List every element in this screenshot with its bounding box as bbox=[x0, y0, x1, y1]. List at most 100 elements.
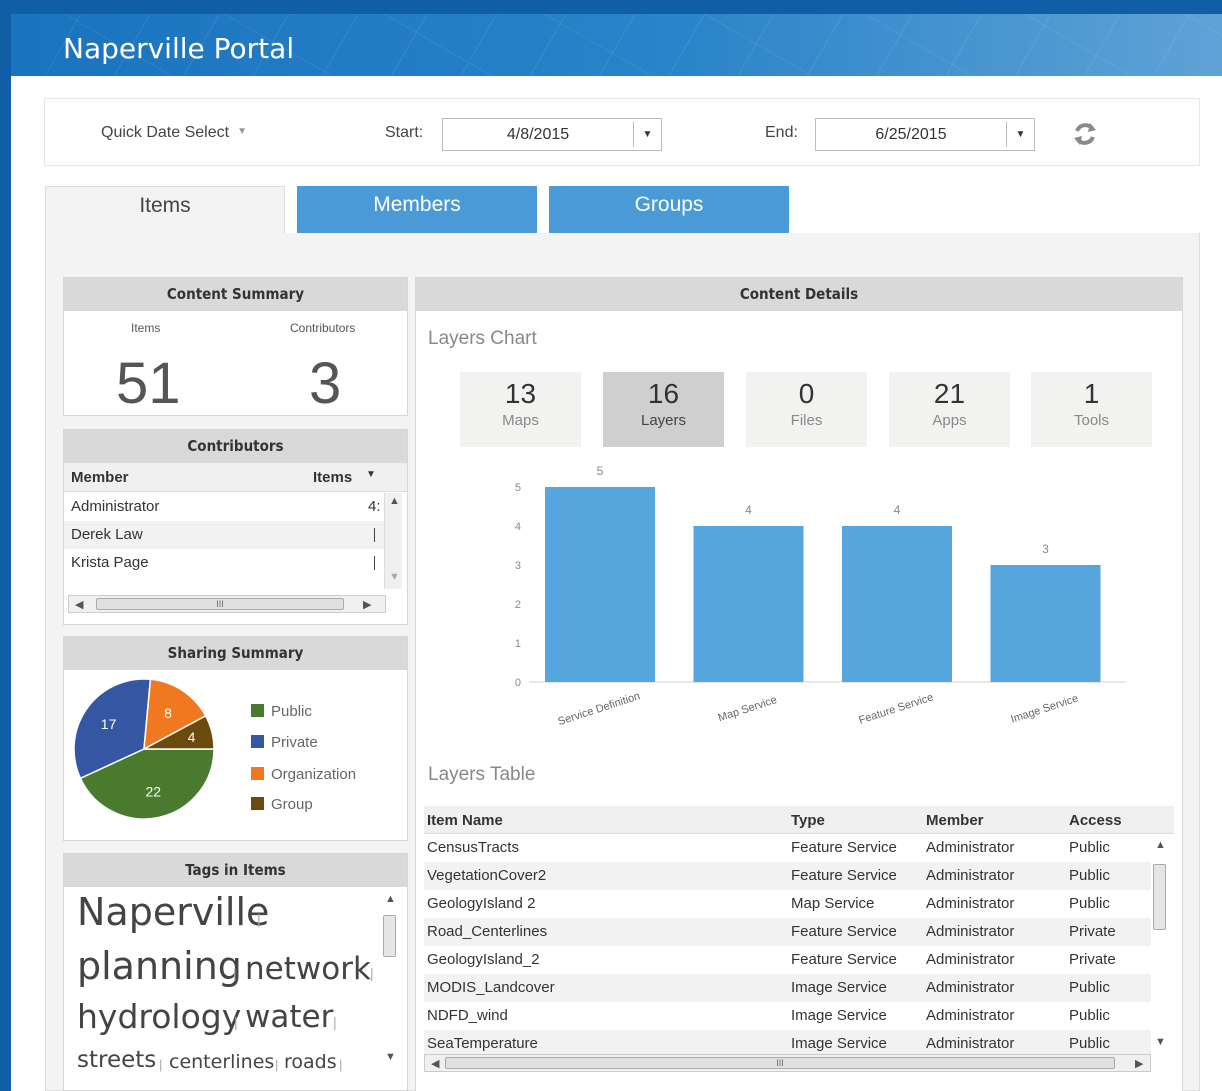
start-date-value: 4/8/2015 bbox=[506, 126, 570, 143]
y-tick-label: 2 bbox=[515, 599, 521, 611]
chevron-down-icon[interactable]: ▼ bbox=[1006, 122, 1034, 147]
tile-layers[interactable]: 16 Layers bbox=[603, 372, 724, 447]
member-items-clipped bbox=[374, 556, 375, 570]
tag-separator: | bbox=[339, 1057, 343, 1072]
items-count: 51 bbox=[116, 351, 181, 416]
layers-table-vscroll[interactable]: ▲ ▼ bbox=[1151, 834, 1169, 1056]
contributors-card: Contributors Member Items ▼ Administrato… bbox=[63, 429, 408, 625]
bar[interactable] bbox=[545, 487, 655, 682]
quick-date-select[interactable]: Quick Date Select ▼ bbox=[101, 124, 247, 142]
start-date-picker[interactable]: 4/8/2015 ▼ bbox=[442, 118, 662, 151]
bar[interactable] bbox=[842, 526, 952, 682]
chevron-down-icon[interactable]: ▼ bbox=[633, 122, 661, 147]
table-row[interactable]: CensusTracts Feature Service Administrator… bbox=[424, 834, 1151, 862]
tag-roads[interactable]: roads bbox=[284, 1051, 337, 1073]
table-row[interactable]: NDFD_wind Image Service Administrator Publi… bbox=[424, 1002, 1151, 1030]
table-row[interactable]: Administrator 4: bbox=[64, 493, 384, 521]
layers-bar-chart: 0 1 2 3 4 5 5 Service Definition 4 Map Service 4 Fe… bbox=[515, 464, 1126, 728]
layers-table-hscroll[interactable]: ◀ III ▶ bbox=[424, 1054, 1151, 1072]
member-name: Krista Page bbox=[71, 554, 149, 571]
tile-value: 16 bbox=[647, 378, 680, 409]
contributors-count: 3 bbox=[309, 351, 342, 416]
tile-tools[interactable]: 1 Tools bbox=[1031, 372, 1152, 447]
tab-members[interactable]: Members bbox=[297, 186, 537, 234]
tag-separator: | bbox=[233, 965, 237, 981]
table-row[interactable]: Road_Centerlines Feature Service Administr… bbox=[424, 918, 1151, 946]
col-member[interactable]: Member bbox=[926, 812, 984, 829]
item-name: MODIS_Landcover bbox=[427, 979, 555, 996]
item-member: Administrator bbox=[926, 923, 1015, 940]
table-row[interactable]: Krista Page bbox=[64, 549, 384, 577]
scroll-right-icon[interactable]: ▶ bbox=[363, 598, 371, 611]
legend-public: Public bbox=[251, 703, 312, 720]
bar[interactable] bbox=[693, 526, 804, 682]
table-row[interactable]: GeologyIsland_2 Feature Service Administra… bbox=[424, 946, 1151, 974]
scroll-left-icon[interactable]: ◀ bbox=[75, 598, 83, 611]
item-type: Map Service bbox=[791, 895, 875, 912]
scroll-thumb[interactable]: III bbox=[445, 1057, 1115, 1069]
col-type[interactable]: Type bbox=[791, 812, 825, 829]
tile-label: Files bbox=[790, 412, 823, 429]
scroll-down-icon[interactable]: ▼ bbox=[385, 1051, 396, 1063]
end-date-picker[interactable]: 6/25/2015 ▼ bbox=[815, 118, 1035, 151]
member-name: Administrator bbox=[71, 498, 160, 515]
col-access[interactable]: Access bbox=[1069, 812, 1122, 829]
legend-swatch bbox=[251, 767, 264, 780]
tag-streets[interactable]: streets bbox=[77, 1047, 156, 1073]
scroll-up-icon[interactable]: ▲ bbox=[1155, 839, 1166, 851]
table-row[interactable]: Derek Law bbox=[64, 521, 384, 549]
contributors-hscroll[interactable]: ◀ III ▶ bbox=[68, 595, 386, 613]
col-item-name[interactable]: Item Name bbox=[427, 812, 503, 829]
legend-group: Group bbox=[251, 796, 313, 813]
tag-planning[interactable]: planning bbox=[77, 944, 242, 988]
pie-slice-label: 8 bbox=[164, 705, 172, 721]
table-row[interactable]: GeologyIsland 2 Map Service Administrator P… bbox=[424, 890, 1151, 918]
legend-label: Group bbox=[271, 796, 313, 813]
tile-maps[interactable]: 13 Maps bbox=[460, 372, 581, 447]
item-name: VegetationCover2 bbox=[427, 867, 547, 884]
y-tick-label: 1 bbox=[515, 638, 521, 650]
item-member: Administrator bbox=[926, 895, 1015, 912]
tag-network[interactable]: network bbox=[245, 951, 371, 987]
scroll-thumb[interactable] bbox=[1153, 864, 1166, 930]
tag-centerlines[interactable]: centerlines bbox=[169, 1051, 274, 1073]
end-date-value: 6/25/2015 bbox=[875, 126, 947, 143]
main-content: Quick Date Select ▼ Start: 4/8/2015 ▼ End… bbox=[11, 76, 1222, 1091]
tag-hydrology[interactable]: hydrology bbox=[77, 997, 241, 1036]
scroll-up-icon[interactable]: ▲ bbox=[389, 495, 400, 507]
tile-files[interactable]: 0 Files bbox=[746, 372, 867, 447]
tag-separator: | bbox=[370, 965, 374, 981]
col-member[interactable]: Member bbox=[71, 469, 129, 486]
tags-vscroll[interactable]: ▲ ▼ bbox=[381, 887, 399, 1090]
scroll-right-icon[interactable]: ▶ bbox=[1135, 1057, 1143, 1070]
contributors-vscroll[interactable]: ▲ ▼ bbox=[384, 493, 402, 589]
scroll-down-icon[interactable]: ▼ bbox=[1155, 1036, 1166, 1048]
tag-naperville[interactable]: Naperville bbox=[77, 890, 269, 934]
tab-groups[interactable]: Groups bbox=[549, 186, 789, 234]
scroll-left-icon[interactable]: ◀ bbox=[431, 1057, 439, 1070]
tab-items[interactable]: Items bbox=[45, 186, 285, 236]
bar-data-label: 3 bbox=[1042, 542, 1049, 556]
contributors-title: Contributors bbox=[64, 430, 407, 463]
sharing-summary-card: Sharing Summary 22 17 8 4 Public Private Or… bbox=[63, 636, 408, 841]
scroll-thumb[interactable]: III bbox=[96, 598, 344, 610]
scroll-thumb[interactable] bbox=[383, 915, 396, 957]
x-tick-label: Feature Service bbox=[857, 691, 935, 726]
table-row[interactable]: MODIS_Landcover Image Service Administrato… bbox=[424, 974, 1151, 1002]
sharing-summary-title: Sharing Summary bbox=[64, 637, 407, 670]
tile-value: 21 bbox=[933, 378, 966, 409]
scroll-down-icon[interactable]: ▼ bbox=[389, 571, 400, 583]
bar[interactable] bbox=[990, 565, 1101, 682]
scroll-up-icon[interactable]: ▲ bbox=[385, 893, 396, 905]
sort-desc-icon[interactable]: ▼ bbox=[366, 469, 376, 480]
tile-apps[interactable]: 21 Apps bbox=[889, 372, 1010, 447]
col-items[interactable]: Items bbox=[313, 469, 352, 486]
tag-water[interactable]: water bbox=[245, 999, 333, 1035]
items-panel: Content Summary Items Contributors 51 3 … bbox=[45, 233, 1200, 1091]
sharing-pie-chart: 22 17 84 bbox=[74, 678, 215, 820]
table-row[interactable]: VegetationCover2 Feature Service Administr… bbox=[424, 862, 1151, 890]
refresh-icon[interactable] bbox=[1070, 119, 1100, 149]
content-summary-title: Content Summary bbox=[64, 278, 407, 311]
quick-date-label: Quick Date Select bbox=[101, 124, 230, 141]
app-frame: Naperville Portal Quick Date Select ▼ Sta… bbox=[0, 0, 1222, 1091]
